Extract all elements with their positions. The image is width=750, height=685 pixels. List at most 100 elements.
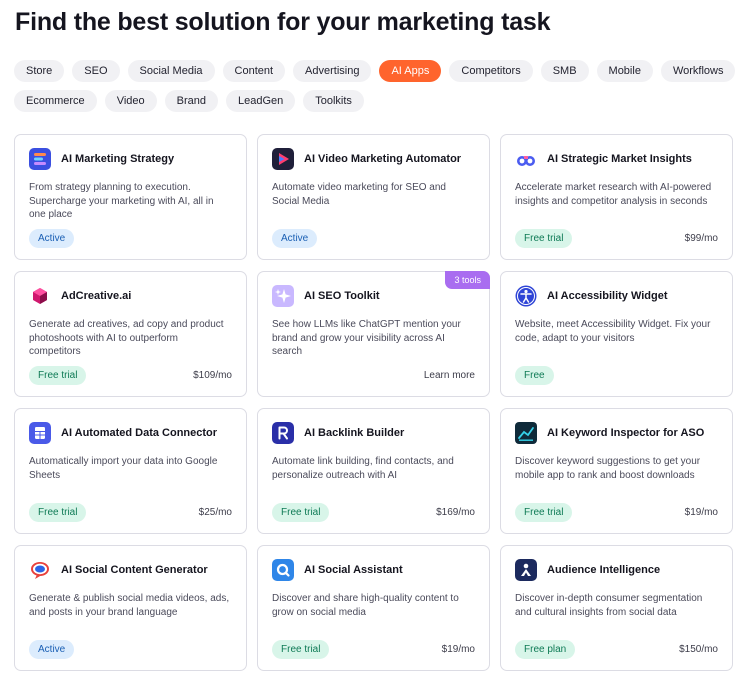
filter-chip-workflows[interactable]: Workflows (660, 60, 736, 82)
card-title: AI Social Content Generator (61, 564, 208, 576)
card-header: AI Keyword Inspector for ASO (515, 421, 718, 445)
card-description: Discover in-depth consumer segmentation … (515, 593, 703, 618)
status-badge: Free trial (29, 502, 87, 522)
status-badge: Free trial (515, 502, 573, 522)
app-card-adcreative-ai[interactable]: AdCreative.ai Generate ad creatives, ad … (14, 271, 247, 397)
card-header: Audience Intelligence (515, 558, 718, 582)
adcreative-cube-icon (29, 285, 51, 307)
sparkle-icon (272, 285, 294, 307)
card-footer: Free trial $99/mo (515, 228, 718, 248)
status-badge: Free trial (29, 365, 87, 385)
card-footer: Active (29, 228, 232, 248)
card-description: From strategy planning to execution. Sup… (29, 182, 214, 220)
status-badge: Free (515, 365, 554, 385)
filter-chip-seo[interactable]: SEO (72, 60, 120, 82)
app-card-ai-accessibility-widget[interactable]: AI Accessibility Widget Website, meet Ac… (500, 271, 733, 397)
card-footer: Free trial $19/mo (272, 639, 475, 659)
app-card-ai-backlink-builder[interactable]: AI Backlink Builder Automate link buildi… (257, 408, 490, 534)
app-card-ai-social-content-generator[interactable]: AI Social Content Generator Generate & p… (14, 545, 247, 671)
audience-person-icon (515, 559, 537, 581)
card-description: Generate & publish social media videos, … (29, 593, 230, 618)
app-card-audience-intelligence[interactable]: Audience Intelligence Discover in-depth … (500, 545, 733, 671)
tools-count-badge: 3 tools (445, 271, 490, 289)
filter-chip-ai-apps[interactable]: AI Apps (379, 60, 442, 82)
card-description: Automate link building, find contacts, a… (272, 456, 454, 481)
app-card-ai-strategic-market-insights[interactable]: AI Strategic Market Insights Accelerate … (500, 134, 733, 260)
filter-chip-competitors[interactable]: Competitors (449, 60, 533, 82)
filter-chip-content[interactable]: Content (222, 60, 286, 82)
keyword-chart-icon (515, 422, 537, 444)
app-card-ai-seo-toolkit[interactable]: 3 tools AI SEO Toolkit See how LLMs like… (257, 271, 490, 397)
price-label: $19/mo (441, 643, 475, 655)
filter-chip-toolkits[interactable]: Toolkits (303, 90, 364, 112)
card-title: AI SEO Toolkit (304, 290, 380, 302)
card-header: AI SEO Toolkit (272, 284, 475, 308)
learn-more-link[interactable]: Learn more (424, 370, 475, 381)
card-header: AI Strategic Market Insights (515, 147, 718, 171)
app-card-ai-social-assistant[interactable]: AI Social Assistant Discover and share h… (257, 545, 490, 671)
app-card-ai-automated-data-connector[interactable]: AI Automated Data Connector Automaticall… (14, 408, 247, 534)
app-card-ai-keyword-inspector-aso[interactable]: AI Keyword Inspector for ASO Discover ke… (500, 408, 733, 534)
filter-chip-mobile[interactable]: Mobile (596, 60, 653, 82)
card-description: Generate ad creatives, ad copy and produ… (29, 319, 224, 357)
filter-row-2: Ecommerce Video Brand LeadGen Toolkits (14, 90, 734, 112)
filter-chip-brand[interactable]: Brand (164, 90, 218, 112)
price-label: $150/mo (679, 643, 718, 655)
filter-chip-leadgen[interactable]: LeadGen (225, 90, 296, 112)
category-filters: Store SEO Social Media Content Advertisi… (14, 60, 736, 120)
status-badge: Free trial (272, 639, 330, 659)
card-title: AI Marketing Strategy (61, 153, 175, 165)
filter-chip-ecommerce[interactable]: Ecommerce (14, 90, 97, 112)
card-footer: Free (515, 365, 718, 385)
letter-r-icon (272, 422, 294, 444)
price-label: $109/mo (193, 369, 232, 381)
app-card-ai-video-marketing-automator[interactable]: AI Video Marketing Automator Automate vi… (257, 134, 490, 260)
accessibility-person-icon (515, 285, 537, 307)
status-badge: Free plan (515, 639, 576, 659)
price-label: $19/mo (684, 506, 718, 518)
card-title: AI Social Assistant (304, 564, 403, 576)
card-title: Audience Intelligence (547, 564, 661, 576)
card-title: AI Strategic Market Insights (547, 153, 692, 165)
status-badge: Active (29, 639, 75, 659)
card-footer: Free trial $109/mo (29, 365, 232, 385)
card-header: AdCreative.ai (29, 284, 232, 308)
card-footer: Free trial $25/mo (29, 502, 232, 522)
filter-chip-store[interactable]: Store (14, 60, 65, 82)
status-badge: Free trial (272, 502, 330, 522)
card-footer: Free plan $150/mo (515, 639, 718, 659)
card-header: AI Marketing Strategy (29, 147, 232, 171)
card-header: AI Accessibility Widget (515, 284, 718, 308)
status-badge: Active (272, 228, 318, 248)
card-title: AI Video Marketing Automator (304, 153, 462, 165)
app-card-ai-marketing-strategy[interactable]: AI Marketing Strategy From strategy plan… (14, 134, 247, 260)
filter-row-1: Store SEO Social Media Content Advertisi… (14, 60, 736, 82)
card-title: AI Automated Data Connector (61, 427, 218, 439)
filter-chip-advertising[interactable]: Advertising (293, 60, 372, 82)
status-badge: Free trial (515, 228, 573, 248)
card-description: Automatically import your data into Goog… (29, 456, 218, 481)
card-description: See how LLMs like ChatGPT mention your b… (272, 319, 461, 357)
app-card-grid: AI Marketing Strategy From strategy plan… (14, 134, 733, 671)
card-description: Discover keyword suggestions to get your… (515, 456, 701, 481)
filter-chip-video[interactable]: Video (104, 90, 157, 112)
status-badge: Active (29, 228, 75, 248)
card-footer: Active (272, 228, 475, 248)
filter-chip-smb[interactable]: SMB (540, 60, 589, 82)
filter-chip-social-media[interactable]: Social Media (127, 60, 215, 82)
card-title: AI Backlink Builder (304, 427, 405, 439)
card-description: Automate video marketing for SEO and Soc… (272, 182, 446, 207)
card-title: AI Accessibility Widget (547, 290, 668, 302)
price-label: $99/mo (684, 232, 718, 244)
card-footer: Active (29, 639, 232, 659)
card-title: AdCreative.ai (61, 290, 132, 302)
card-description: Website, meet Accessibility Widget. Fix … (515, 319, 711, 344)
card-footer: Learn more (272, 365, 475, 385)
card-header: AI Social Assistant (272, 558, 475, 582)
chat-bubble-icon (29, 559, 51, 581)
strategy-stack-icon (29, 148, 51, 170)
card-description: Accelerate market research with AI-power… (515, 182, 712, 207)
card-header: AI Backlink Builder (272, 421, 475, 445)
card-footer: Free trial $169/mo (272, 502, 475, 522)
price-label: $25/mo (198, 506, 232, 518)
